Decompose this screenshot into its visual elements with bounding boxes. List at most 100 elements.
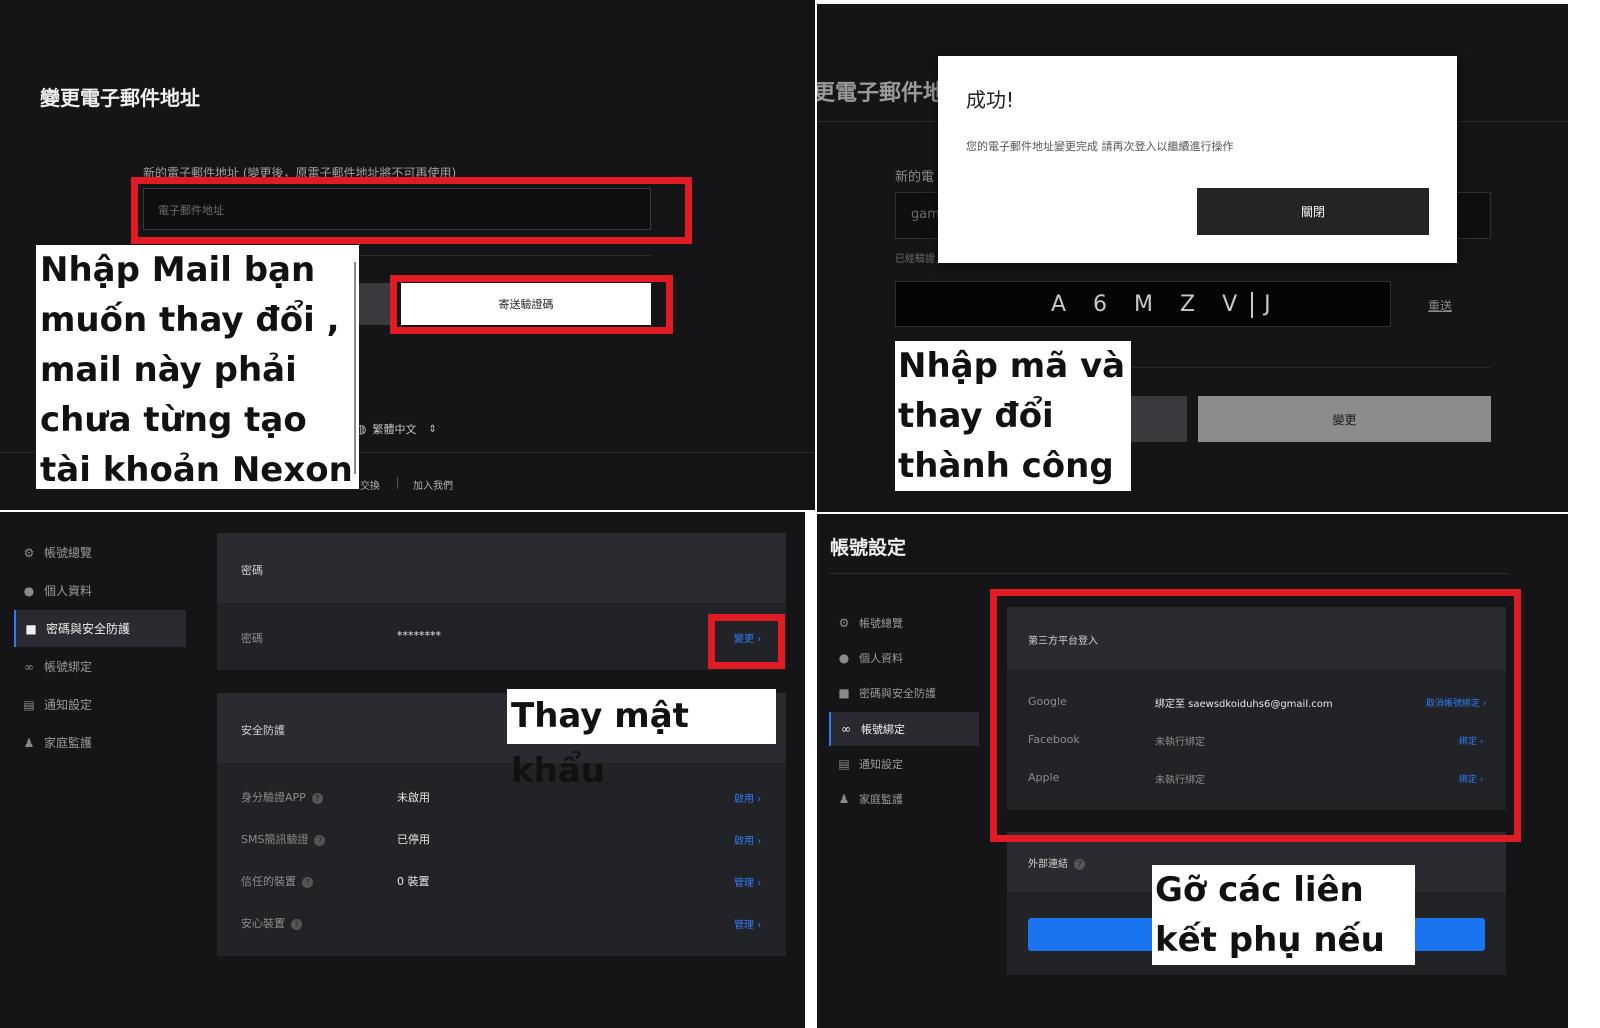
sidebar-item-overview[interactable]: ⚙ 帳號總覽 (14, 534, 186, 571)
code-input-value: A 6 M Z V J (1051, 292, 1281, 317)
highlight-email-input (131, 177, 692, 244)
sidebar-item-security[interactable]: ■ 密碼與安全防護 (829, 676, 979, 710)
sidebar-item-family[interactable]: ♟ 家庭監護 (14, 724, 186, 761)
back-button-bg[interactable] (1130, 396, 1187, 442)
row-label-text: 安心裝置 (241, 917, 285, 930)
lock-icon: ■ (838, 686, 850, 700)
annotation-change-password: Thay mật khẩu (507, 689, 776, 791)
sidebar-item-label: 通知設定 (44, 698, 93, 712)
row-value: 已停用 (397, 833, 430, 846)
language-label: 繁體中文 (372, 423, 417, 436)
row-label: 信任的裝置? (241, 873, 313, 889)
user-icon: ● (838, 651, 850, 665)
panel-change-email: 變更電子郵件地址 新的電子郵件地址 (變更後，原電子郵件地址將不可再使用) 電子… (0, 0, 815, 510)
gear-icon: ⚙ (838, 616, 850, 630)
annotation-enter-mail: Nhập Mail bạn muốn thay đổi , mail này p… (36, 245, 359, 489)
link-label: 啟用 (734, 836, 754, 847)
highlight-send-code (390, 275, 673, 334)
row-label: 安心裝置? (241, 915, 302, 931)
sidebar-item-label: 帳號綁定 (861, 723, 905, 736)
sidebar-item-notifications[interactable]: ▤ 通知設定 (829, 747, 979, 781)
panel-verify-code: 更電子郵件地址 新的電 gam 已經驗證 A 6 M Z V J 重送 變更 成… (817, 4, 1568, 512)
close-button-label: 關閉 (1300, 205, 1325, 219)
family-icon: ♟ (23, 735, 35, 750)
link-icon: ∞ (24, 659, 34, 674)
sidebar-item-label: 家庭監護 (859, 793, 903, 806)
sidebar-item-label: 家庭監護 (44, 736, 93, 750)
sidebar-item-label: 密碼與安全防護 (46, 622, 131, 636)
password-value: ******** (397, 629, 441, 642)
highlight-thirdparty (990, 589, 1521, 842)
link-label: 管理 (734, 878, 754, 889)
chevron-right-icon: › (757, 920, 762, 931)
row-label-text: 身分驗證APP (241, 791, 306, 804)
resend-link[interactable]: 重送 (1428, 297, 1452, 314)
chevron-right-icon: › (757, 836, 762, 847)
password-label: 密碼 (241, 632, 263, 645)
title-divider (829, 573, 1509, 574)
email-input-value: gam (911, 207, 940, 222)
highlight-change-password (708, 614, 785, 669)
lock-icon: ■ (25, 621, 37, 636)
family-icon: ♟ (838, 792, 850, 806)
sidebar: ⚙ 帳號總覽 ● 個人資料 ■ 密碼與安全防護 ∞ 帳號綁定 ▤ 通知設定 ♟ … (829, 606, 981, 836)
sidebar-item-label: 個人資料 (44, 584, 93, 598)
row-link[interactable]: 管理 › (734, 916, 761, 931)
footer-link-exchange[interactable]: 交換 (360, 477, 380, 492)
sidebar-item-profile[interactable]: ● 個人資料 (14, 572, 186, 609)
row-label: SMS簡訊驗證? (241, 831, 326, 847)
modal-message: 您的電子郵件地址變更完成 請再次登入以繼續進行操作 (966, 140, 1234, 153)
sidebar-item-label: 帳號總覽 (44, 546, 93, 560)
language-selector[interactable]: ◍ 繁體中文 ⇕ (356, 421, 437, 437)
annotation-scrollbar (354, 262, 356, 474)
annotation-enter-code: Nhập mã và thay đổi thành công (895, 341, 1131, 491)
card-title: 密碼 (241, 564, 263, 577)
message-icon: ▤ (23, 697, 35, 712)
help-icon[interactable]: ? (311, 792, 323, 804)
help-icon[interactable]: ? (302, 876, 313, 888)
field-label-bg: 新的電 (895, 170, 935, 185)
sidebar-item-binding[interactable]: ∞ 帳號綁定 (14, 648, 186, 685)
change-button-label: 變更 (1332, 412, 1357, 427)
link-label: 啟用 (734, 794, 754, 805)
message-icon: ▤ (838, 757, 850, 771)
row-label: 身分驗證APP? (241, 789, 323, 805)
row-link[interactable]: 啟用 › (734, 790, 761, 805)
row-value: 0 裝置 (397, 875, 430, 888)
footer-separator (397, 477, 398, 489)
change-button[interactable]: 變更 (1198, 396, 1491, 442)
text-cursor (1251, 292, 1253, 318)
help-icon[interactable]: ? (1074, 858, 1085, 870)
sidebar-item-label: 帳號綁定 (44, 660, 93, 674)
sidebar-item-binding[interactable]: ∞ 帳號綁定 (829, 712, 979, 746)
panel-account-binding: 帳號設定 ⚙ 帳號總覽 ● 個人資料 ■ 密碼與安全防護 ∞ 帳號綁定 ▤ 通知… (817, 514, 1568, 1028)
page-title: 變更電子郵件地址 (40, 86, 200, 110)
sidebar-item-notifications[interactable]: ▤ 通知設定 (14, 686, 186, 723)
success-modal: 成功! 您的電子郵件地址變更完成 請再次登入以繼續進行操作 關閉 (938, 56, 1457, 263)
sidebar: ⚙ 帳號總覽 ● 個人資料 ■ 密碼與安全防護 ∞ 帳號綁定 ▤ 通知設定 ♟ … (14, 534, 186, 774)
sidebar-item-label: 通知設定 (859, 758, 903, 771)
annotation-remove-links: Gỡ các liên kết phụ nếu có (1152, 865, 1415, 965)
card-title: 安全防護 (241, 724, 285, 737)
user-icon: ● (23, 583, 35, 598)
sidebar-item-security[interactable]: ■ 密碼與安全防護 (14, 610, 186, 647)
sidebar-item-overview[interactable]: ⚙ 帳號總覽 (829, 606, 979, 640)
help-icon[interactable]: ? (314, 834, 326, 846)
sidebar-item-label: 密碼與安全防護 (859, 687, 936, 700)
row-value: 未啟用 (397, 791, 430, 804)
updown-icon: ⇕ (428, 423, 437, 435)
footer-link-join[interactable]: 加入我們 (413, 477, 453, 492)
chevron-right-icon: › (757, 794, 762, 805)
help-icon[interactable]: ? (291, 918, 302, 930)
row-label-text: SMS簡訊驗證 (241, 833, 309, 846)
sidebar-item-label: 帳號總覽 (859, 617, 903, 630)
link-icon: ∞ (841, 722, 851, 736)
code-input[interactable]: A 6 M Z V J (895, 281, 1391, 327)
sidebar-item-family[interactable]: ♟ 家庭監護 (829, 782, 979, 816)
card-title: 外部連結? (1028, 855, 1085, 870)
panel-password-security: ⚙ 帳號總覽 ● 個人資料 ■ 密碼與安全防護 ∞ 帳號綁定 ▤ 通知設定 ♟ … (0, 512, 805, 1028)
sidebar-item-profile[interactable]: ● 個人資料 (829, 641, 979, 675)
close-button[interactable]: 關閉 (1197, 188, 1429, 235)
row-link[interactable]: 管理 › (734, 874, 761, 889)
row-link[interactable]: 啟用 › (734, 832, 761, 847)
